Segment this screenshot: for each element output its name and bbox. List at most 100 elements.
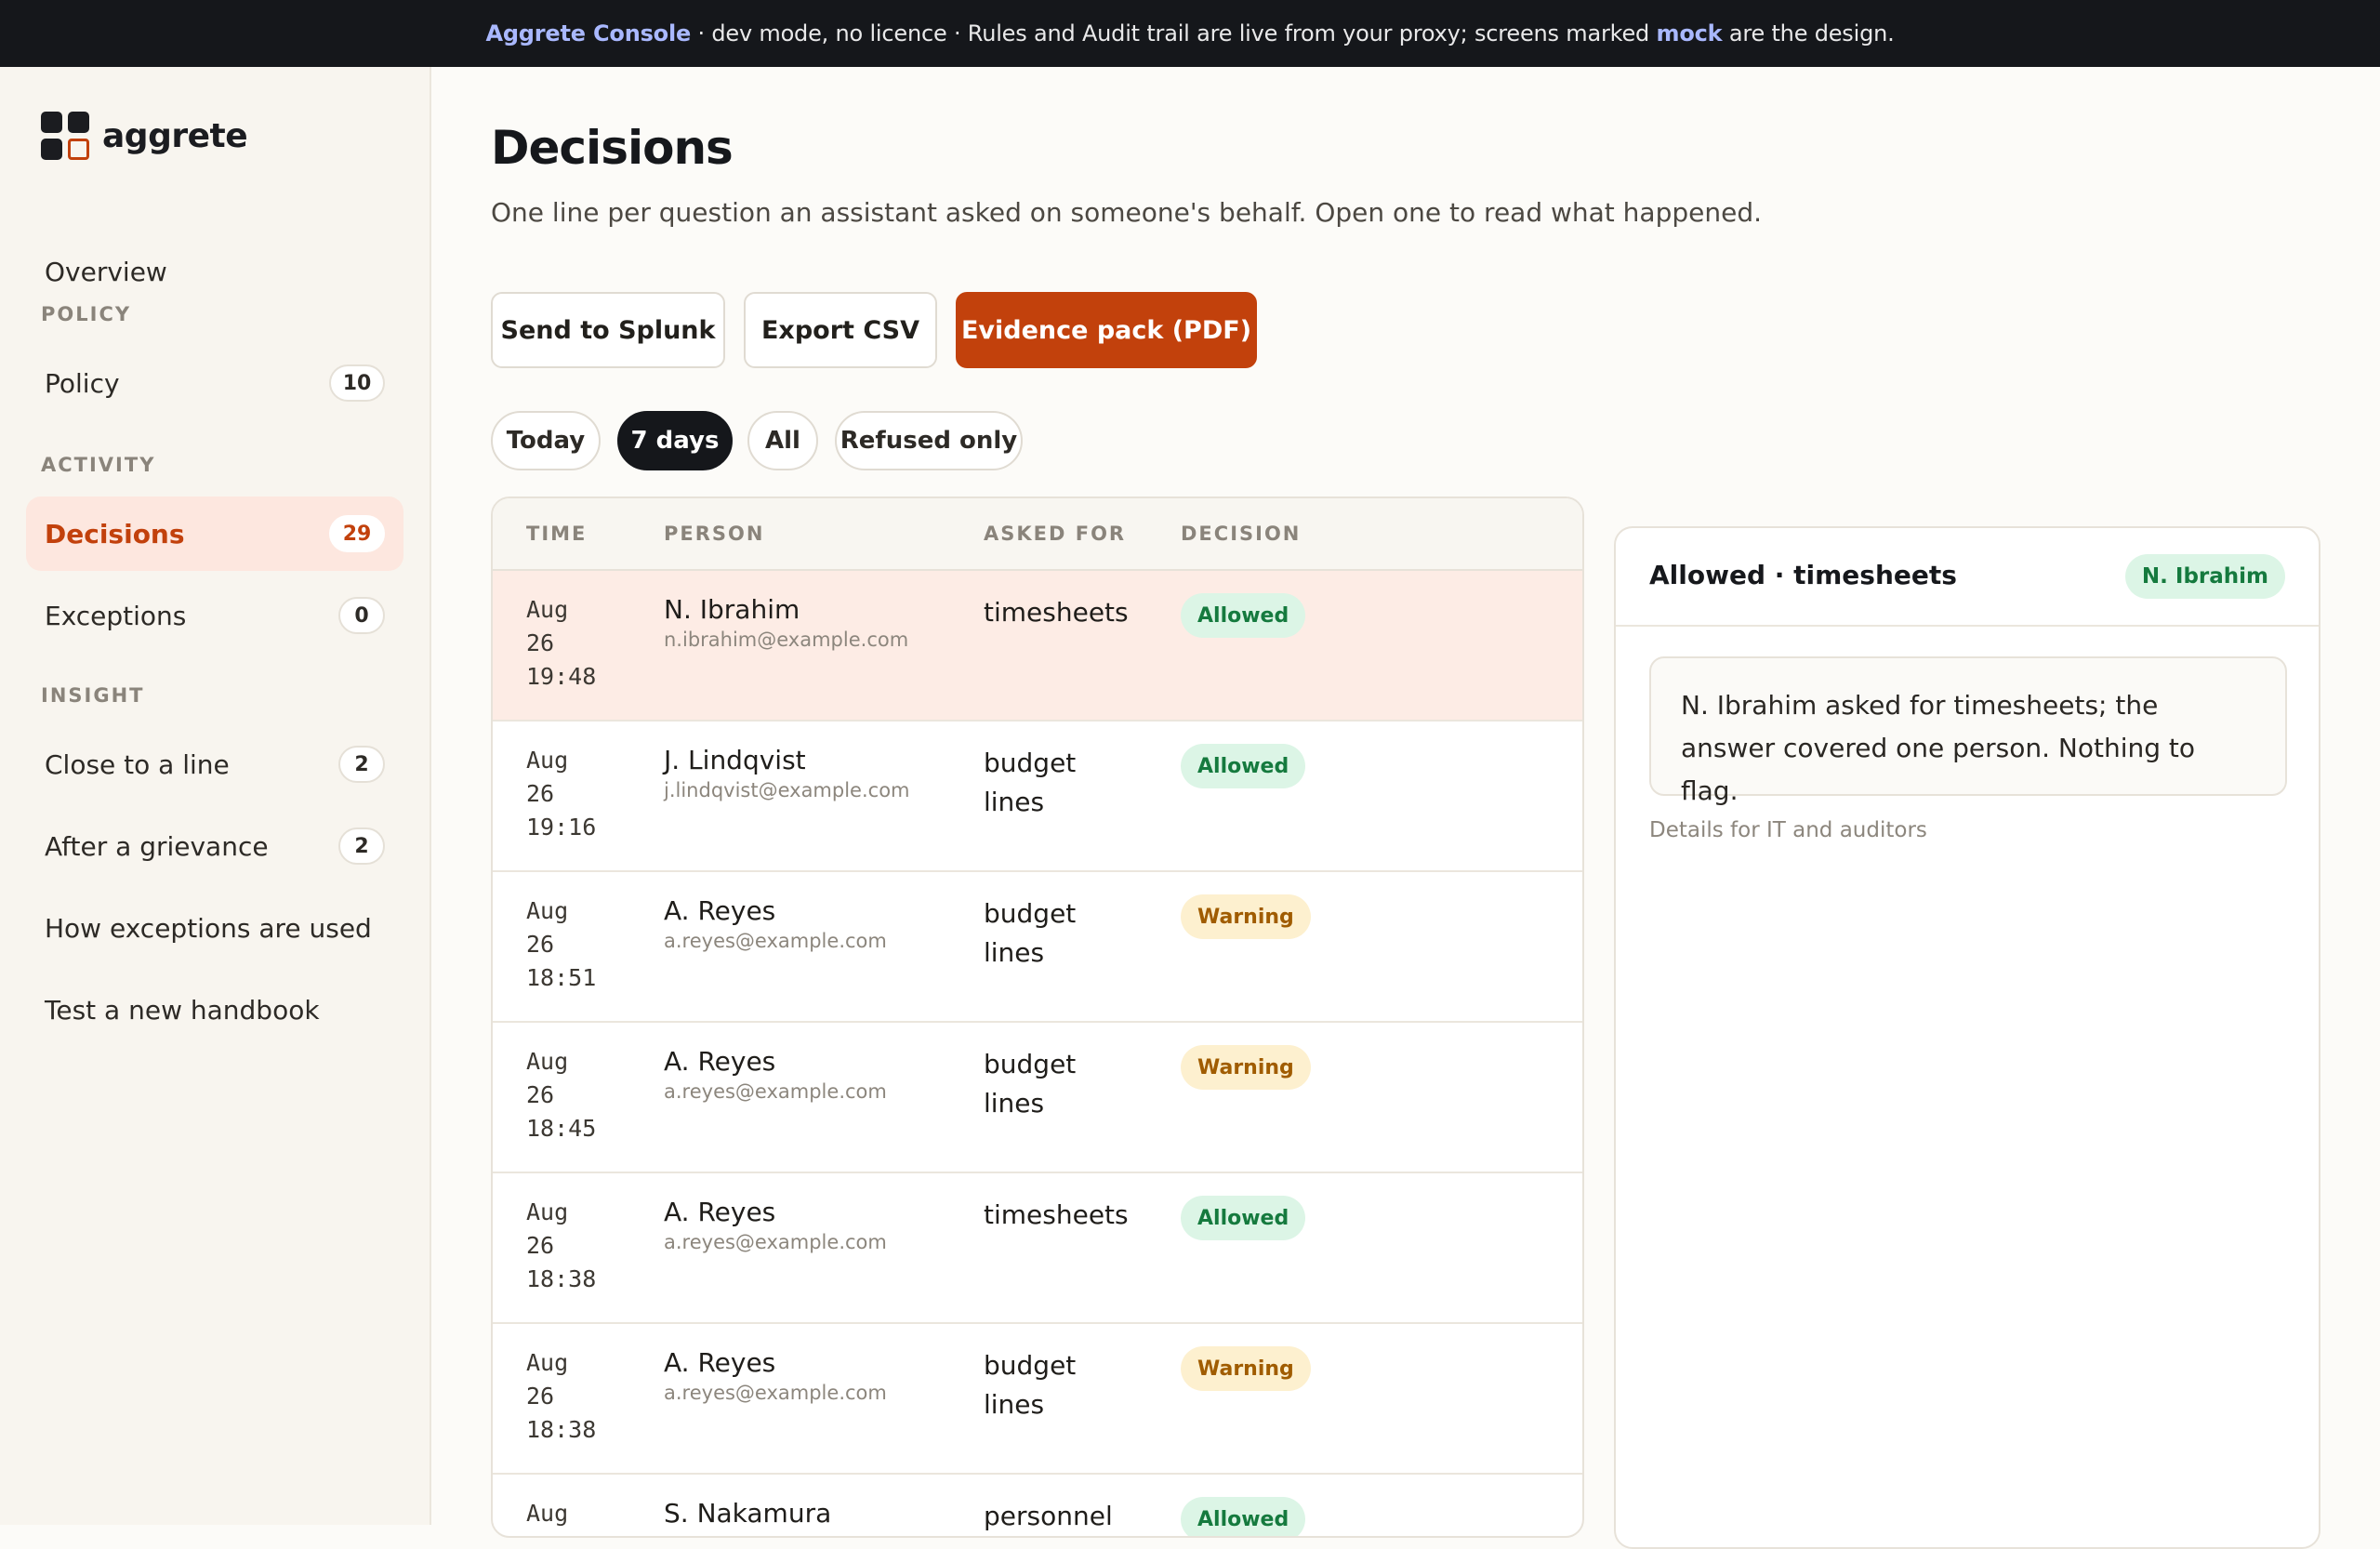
- table-row[interactable]: Aug 26 18:51 A. Reyes a.reyes@example.com bud…: [493, 872, 1582, 1023]
- person-email: a.reyes@example.com: [664, 930, 887, 952]
- row-day: 26: [526, 780, 555, 807]
- sidebar-item-label: Test a new handbook: [45, 994, 320, 1026]
- banner-text: · dev mode, no licence · Rules and Audit…: [691, 20, 1657, 46]
- row-person: J. Lindqvist j.lindqvist@example.com: [664, 744, 910, 801]
- send-to-splunk-button[interactable]: Send to Splunk: [491, 292, 725, 368]
- column-header-decision: DECISION: [1181, 523, 1302, 545]
- row-month: Aug: [526, 1349, 569, 1376]
- sidebar-count-badge: 2: [338, 827, 385, 865]
- sidebar-item-policy[interactable]: Policy 10: [26, 346, 403, 420]
- decision-badge: Allowed: [1181, 1196, 1306, 1240]
- details-for-it-link[interactable]: Details for IT and auditors: [1649, 818, 1927, 842]
- row-month: Aug: [526, 596, 569, 623]
- row-time: Aug 26 18:45: [526, 1045, 628, 1145]
- row-asked-for: timesheets: [984, 597, 1129, 628]
- decision-badge: Allowed: [1181, 593, 1306, 638]
- sidebar-item-how-exceptions-are-used[interactable]: How exceptions are used: [26, 891, 403, 965]
- sidebar: aggrete Overview POLICY Policy 10 ACTIVI…: [0, 67, 431, 1525]
- person-name: A. Reyes: [664, 895, 776, 926]
- sidebar-item-decisions[interactable]: Decisions 29: [26, 496, 403, 571]
- person-name: A. Reyes: [664, 1197, 776, 1227]
- table-row[interactable]: Aug 26 18:38 A. Reyes a.reyes@example.com bud…: [493, 1324, 1582, 1475]
- detail-person-badge: N. Ibrahim: [2124, 554, 2285, 599]
- filter-refused-only[interactable]: Refused only: [835, 411, 1023, 470]
- row-day: 26: [526, 1081, 555, 1108]
- page-title: Decisions: [491, 121, 734, 175]
- export-csv-button[interactable]: Export CSV: [744, 292, 937, 368]
- table-row[interactable]: Aug 26 18:38 A. Reyes a.reyes@example.com tim…: [493, 1173, 1582, 1324]
- detail-panel-header: Allowed · timesheets N. Ibrahim: [1616, 528, 2319, 627]
- person-email: a.reyes@example.com: [664, 1080, 887, 1103]
- filter-today[interactable]: Today: [491, 411, 601, 470]
- table-row[interactable]: Aug 26 19:16 J. Lindqvist j.lindqvist@exampl…: [493, 722, 1582, 872]
- table-header: TIME PERSON ASKED FOR DECISION: [493, 498, 1582, 571]
- row-clock: 19:16: [526, 814, 597, 841]
- sidebar-section-policy: POLICY: [41, 303, 132, 325]
- row-person: A. Reyes a.reyes@example.com: [664, 894, 887, 952]
- sidebar-item-after-a-grievance[interactable]: After a grievance 2: [26, 809, 403, 883]
- filter-7-days[interactable]: 7 days: [617, 411, 733, 470]
- row-day: 26: [526, 931, 555, 958]
- person-email: a.reyes@example.com: [664, 1382, 887, 1404]
- banner-text-end: are the design.: [1722, 20, 1895, 46]
- row-clock: 18:38: [526, 1416, 597, 1443]
- row-asked-for: budget lines: [984, 898, 1077, 968]
- person-name: J. Lindqvist: [664, 745, 806, 775]
- table-row[interactable]: Aug 26 19:48 N. Ibrahim n.ibrahim@example.co…: [493, 571, 1582, 722]
- row-month: Aug: [526, 897, 569, 924]
- brand-name: aggrete: [102, 116, 248, 155]
- sidebar-item-label: After a grievance: [45, 830, 269, 862]
- page-subtitle: One line per question an assistant asked…: [491, 197, 1763, 228]
- evidence-pack-pdf-button[interactable]: Evidence pack (PDF): [956, 292, 1257, 368]
- sidebar-item-overview[interactable]: Overview: [26, 234, 403, 309]
- detail-summary: N. Ibrahim asked for timesheets; the ans…: [1649, 656, 2287, 806]
- decision-badge: Warning: [1181, 1346, 1311, 1391]
- row-person: A. Reyes a.reyes@example.com: [664, 1045, 887, 1103]
- sidebar-item-label: Decisions: [45, 518, 185, 549]
- row-clock: 18:38: [526, 1265, 597, 1292]
- filter-all[interactable]: All: [747, 411, 818, 470]
- aggrete-logo-icon: [41, 112, 89, 160]
- decision-badge: Warning: [1181, 894, 1311, 939]
- sidebar-item-close-to-a-line[interactable]: Close to a line 2: [26, 727, 403, 801]
- person-email: n.ibrahim@example.com: [664, 629, 909, 651]
- sidebar-count-badge: 0: [338, 597, 385, 634]
- row-time: Aug: [526, 1497, 628, 1530]
- sidebar-count-badge: 10: [329, 364, 385, 402]
- brand-logo[interactable]: aggrete: [41, 112, 248, 160]
- row-day: 26: [526, 629, 555, 656]
- row-clock: 18:45: [526, 1115, 597, 1142]
- decision-badge: Allowed: [1181, 744, 1306, 788]
- person-email: j.lindqvist@example.com: [664, 779, 910, 801]
- row-asked-for: budget lines: [984, 1049, 1077, 1119]
- row-month: Aug: [526, 1500, 569, 1527]
- sidebar-item-label: How exceptions are used: [45, 912, 372, 944]
- detail-title: Allowed · timesheets: [1649, 560, 1957, 590]
- row-person: S. Nakamura: [664, 1497, 831, 1532]
- sidebar-item-test-a-new-handbook[interactable]: Test a new handbook: [26, 973, 403, 1047]
- dev-banner: Aggrete Console · dev mode, no licence ·…: [0, 0, 2380, 67]
- row-time: Aug 26 19:16: [526, 744, 628, 844]
- row-time: Aug 26 18:38: [526, 1346, 628, 1447]
- sidebar-section-insight: INSIGHT: [41, 684, 145, 707]
- sidebar-item-exceptions[interactable]: Exceptions 0: [26, 578, 403, 653]
- column-header-asked-for: ASKED FOR: [984, 523, 1127, 545]
- row-month: Aug: [526, 1048, 569, 1075]
- sidebar-item-label: Policy: [45, 367, 120, 399]
- person-name: S. Nakamura: [664, 1498, 832, 1529]
- row-month: Aug: [526, 747, 569, 774]
- decision-badge: Warning: [1181, 1045, 1311, 1090]
- sidebar-count-badge: 29: [329, 515, 385, 552]
- decision-badge: Allowed: [1181, 1497, 1306, 1536]
- sidebar-item-label: Overview: [45, 256, 167, 287]
- table-row[interactable]: Aug 26 18:45 A. Reyes a.reyes@example.com bud…: [493, 1023, 1582, 1173]
- person-name: A. Reyes: [664, 1046, 776, 1077]
- table-row[interactable]: Aug S. Nakamura personnel Allowed: [493, 1475, 1582, 1536]
- row-clock: 18:51: [526, 964, 597, 991]
- person-name: N. Ibrahim: [664, 594, 800, 625]
- row-person: A. Reyes a.reyes@example.com: [664, 1346, 887, 1404]
- person-name: A. Reyes: [664, 1347, 776, 1378]
- decision-detail-panel: Allowed · timesheets N. Ibrahim N. Ibrah…: [1614, 526, 2320, 1549]
- row-time: Aug 26 18:38: [526, 1196, 628, 1296]
- row-time: Aug 26 18:51: [526, 894, 628, 995]
